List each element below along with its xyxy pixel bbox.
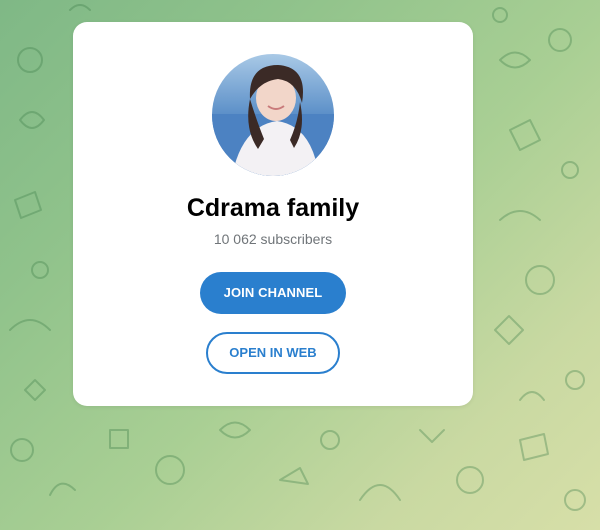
subscriber-count: 10 062 subscribers (213, 231, 333, 247)
channel-title: Cdrama family (186, 194, 360, 222)
join-channel-button[interactable]: JOIN CHANNEL (200, 272, 346, 314)
channel-card: Cdrama family 10 062 subscribers JOIN CH… (73, 22, 473, 406)
channel-avatar (212, 54, 334, 176)
open-in-web-button[interactable]: OPEN IN WEB (206, 332, 340, 374)
